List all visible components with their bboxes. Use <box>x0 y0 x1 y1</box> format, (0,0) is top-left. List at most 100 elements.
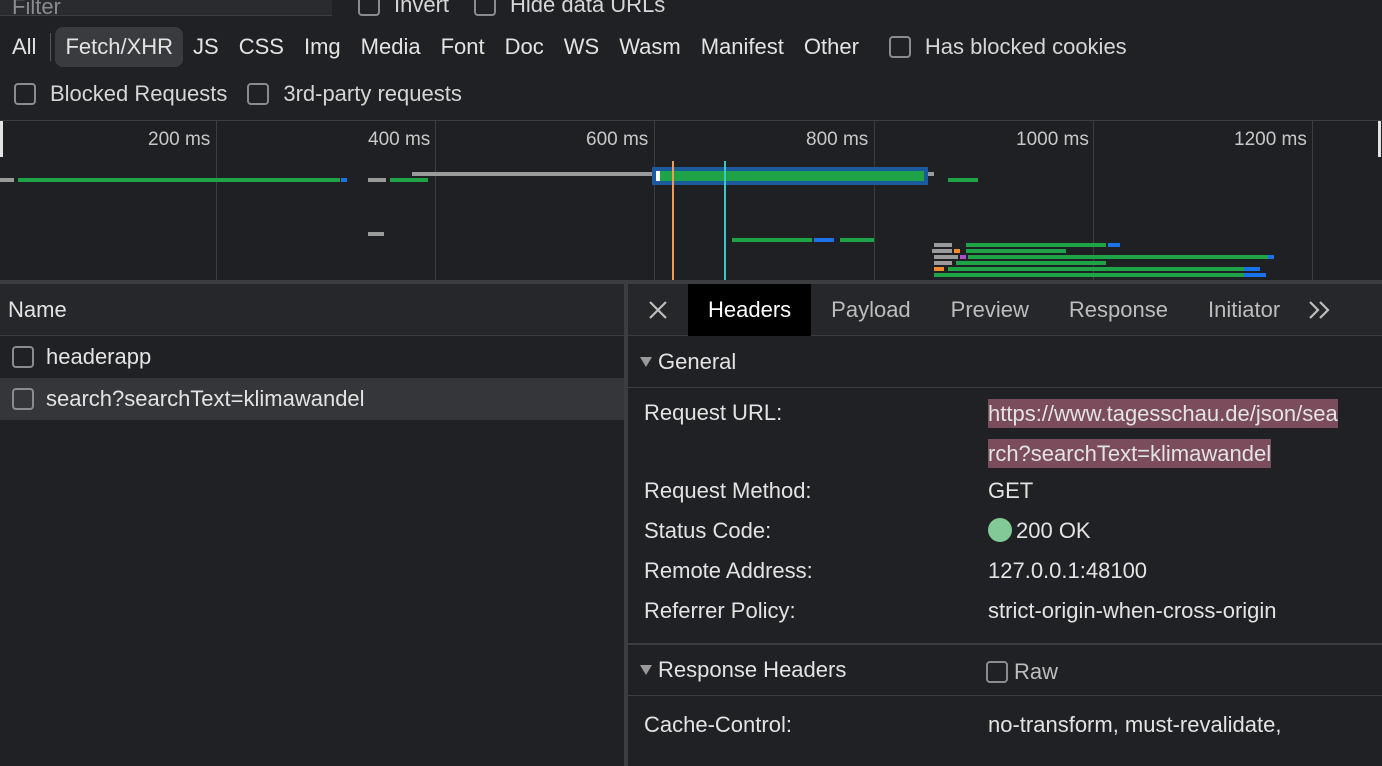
timeline-bar <box>948 178 978 182</box>
third-party-box[interactable] <box>247 83 270 105</box>
timeline-bar <box>934 267 944 271</box>
type-ws[interactable]: WS <box>554 27 609 67</box>
has-blocked-cookies-label: Has blocked cookies <box>924 34 1127 59</box>
has-blocked-cookies-checkbox[interactable]: Has blocked cookies <box>888 34 1127 60</box>
gridline <box>1312 121 1313 280</box>
type-separator <box>50 33 52 61</box>
timeline-bar <box>948 267 1244 271</box>
timeline-bar <box>732 238 812 242</box>
filter-placeholder: Filter <box>12 0 61 19</box>
invert-checkbox-box[interactable] <box>358 0 380 16</box>
request-row[interactable]: headerapp <box>0 336 624 378</box>
gridline <box>216 121 217 280</box>
status-code-text: 200 OK <box>1016 518 1091 543</box>
invert-label: Invert <box>394 0 450 17</box>
row-checkbox[interactable] <box>12 388 34 410</box>
tab-response[interactable]: Response <box>1049 284 1188 336</box>
type-js[interactable]: JS <box>183 27 229 67</box>
remote-address-row: Remote Address: 127.0.0.1:48100 <box>628 550 1382 590</box>
blocked-requests-checkbox[interactable]: Blocked Requests <box>14 81 227 107</box>
type-fetch-xhr[interactable]: Fetch/XHR <box>55 27 184 67</box>
close-icon <box>649 300 667 319</box>
request-url-row: Request URL: https://www.tagesschau.de/j… <box>628 388 1382 470</box>
tab-preview[interactable]: Preview <box>931 284 1049 336</box>
timeline-bar <box>814 238 834 242</box>
timeline-bar <box>934 243 952 247</box>
blocked-requests-label: Blocked Requests <box>50 81 228 106</box>
response-headers-title: Response Headers <box>658 657 847 682</box>
timeline-bar <box>18 178 340 182</box>
timeline-bar-start <box>656 171 660 181</box>
details-tabs: Headers Payload Preview Response Initiat… <box>628 284 1382 336</box>
raw-checkbox-box[interactable] <box>986 661 1008 683</box>
general-section-header[interactable]: General <box>628 336 1382 388</box>
status-code-row: Status Code: 200 OK <box>628 510 1382 550</box>
invert-checkbox[interactable]: Invert <box>358 0 449 18</box>
third-party-checkbox[interactable]: 3rd-party requests <box>247 81 462 107</box>
remote-address-label: Remote Address: <box>644 558 813 583</box>
general-title: General <box>658 348 737 374</box>
timeline-bar <box>368 232 384 236</box>
timeline-bar <box>928 172 934 176</box>
timeline-bar <box>966 249 1066 253</box>
raw-checkbox[interactable]: Raw <box>986 659 1058 685</box>
dom-content-loaded-marker <box>672 161 674 280</box>
request-url-line-1: https://www.tagesschau.de/json/sea <box>988 399 1338 428</box>
request-details: Headers Payload Preview Response Initiat… <box>628 284 1382 766</box>
gridline <box>654 121 655 280</box>
tick-label: 1200 ms <box>1234 129 1307 150</box>
timeline-bar <box>934 261 952 265</box>
type-css[interactable]: CSS <box>229 27 294 67</box>
timeline-bar <box>0 178 14 182</box>
overview-left-handle[interactable] <box>0 121 3 157</box>
hide-data-urls-checkbox-box[interactable] <box>474 0 496 16</box>
tab-initiator[interactable]: Initiator <box>1188 284 1300 336</box>
type-all[interactable]: All <box>2 27 46 67</box>
more-tabs-button[interactable] <box>1300 284 1340 336</box>
timeline-bar-selected <box>660 171 924 181</box>
timeline-bar <box>341 178 347 182</box>
timeline-bar <box>954 249 960 253</box>
referrer-policy-row: Referrer Policy: strict-origin-when-cros… <box>628 590 1382 644</box>
gridline <box>874 121 875 280</box>
filter-input[interactable]: Filter <box>0 0 332 19</box>
request-url-value[interactable]: https://www.tagesschau.de/json/sea rch?s… <box>988 394 1382 474</box>
response-headers-section-header[interactable]: Response Headers Raw <box>628 644 1382 696</box>
tick-label: 800 ms <box>806 129 869 150</box>
name-column-header[interactable]: Name <box>0 284 624 336</box>
type-wasm[interactable]: Wasm <box>609 27 691 67</box>
blocked-filters: Blocked Requests 3rd-party requests <box>14 76 462 112</box>
request-row-selected[interactable]: search?searchText=klimawandel <box>0 378 624 420</box>
gridline <box>435 121 436 280</box>
type-img[interactable]: Img <box>294 27 351 67</box>
status-code-label: Status Code: <box>644 518 772 543</box>
request-list: Name headerapp search?searchText=klimawa… <box>0 284 624 766</box>
type-manifest[interactable]: Manifest <box>691 27 794 67</box>
timeline-bar <box>932 249 952 253</box>
timeline-bar <box>934 273 1244 277</box>
row-checkbox[interactable] <box>12 346 34 368</box>
resource-type-filters: All Fetch/XHR JS CSS Img Media Font Doc … <box>0 24 1382 70</box>
tab-headers[interactable]: Headers <box>688 284 812 336</box>
request-url-label: Request URL: <box>644 400 783 425</box>
has-blocked-cookies-box[interactable] <box>888 36 911 58</box>
load-marker <box>724 161 726 280</box>
timeline-bar <box>368 178 386 182</box>
overview-right-handle[interactable] <box>1378 121 1381 157</box>
type-doc[interactable]: Doc <box>495 27 554 67</box>
chevron-double-right-icon <box>1309 300 1330 319</box>
tab-payload[interactable]: Payload <box>811 284 931 336</box>
hide-data-urls-checkbox[interactable]: Hide data URLs <box>474 0 665 18</box>
timeline-overview[interactable]: 200 ms 400 ms 600 ms 800 ms 1000 ms 1200… <box>0 120 1382 280</box>
tick-label: 600 ms <box>586 129 649 150</box>
close-details-button[interactable] <box>628 284 688 336</box>
type-other[interactable]: Other <box>794 27 869 67</box>
blocked-requests-box[interactable] <box>14 83 36 105</box>
type-font[interactable]: Font <box>431 27 495 67</box>
triangle-down-icon <box>640 665 652 675</box>
type-media[interactable]: Media <box>351 27 431 67</box>
raw-label: Raw <box>1014 659 1059 684</box>
tick-label: 400 ms <box>368 129 431 150</box>
timeline-bar <box>840 238 874 242</box>
timeline-bar <box>960 255 966 259</box>
